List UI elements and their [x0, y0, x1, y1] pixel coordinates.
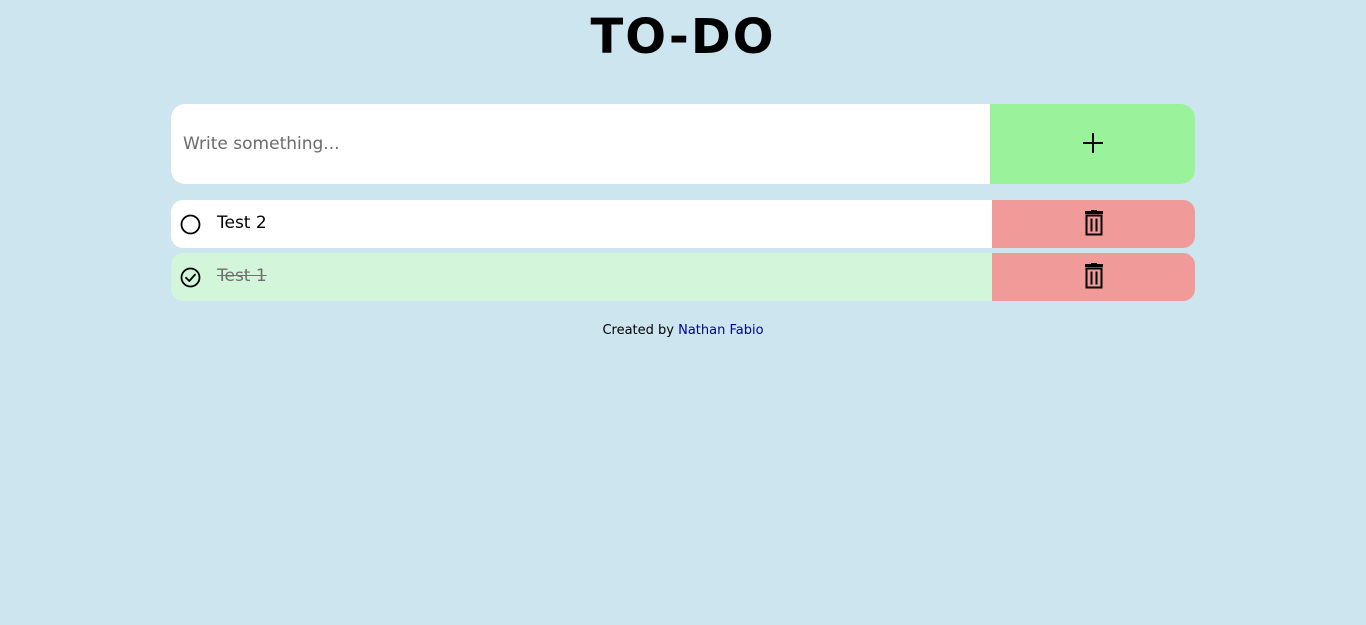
- footer-credit: Created by Nathan Fabio: [0, 322, 1366, 340]
- plus-icon: [1082, 132, 1104, 157]
- add-todo-form: [171, 104, 1195, 184]
- todo-item-content: Test 1: [171, 253, 992, 301]
- add-todo-button[interactable]: [990, 104, 1195, 184]
- check-circle-icon[interactable]: [180, 267, 201, 288]
- todo-text[interactable]: Test 2: [217, 213, 267, 233]
- todo-text[interactable]: Test 1: [217, 266, 267, 286]
- todo-item: Test 2: [171, 200, 1195, 248]
- author-link[interactable]: Nathan Fabio: [678, 323, 763, 338]
- delete-todo-button[interactable]: [992, 253, 1195, 301]
- footer-prefix: Created by: [602, 323, 674, 338]
- trash-icon: [1084, 262, 1104, 292]
- todo-app: TO-DO Test 2: [0, 0, 1366, 625]
- todo-item-completed: Test 1: [171, 253, 1195, 301]
- page-title: TO-DO: [590, 9, 776, 65]
- circle-icon[interactable]: [180, 214, 201, 235]
- todo-item-content: Test 2: [171, 200, 992, 248]
- trash-icon: [1084, 209, 1104, 239]
- delete-todo-button[interactable]: [992, 200, 1195, 248]
- todo-input[interactable]: [171, 104, 990, 184]
